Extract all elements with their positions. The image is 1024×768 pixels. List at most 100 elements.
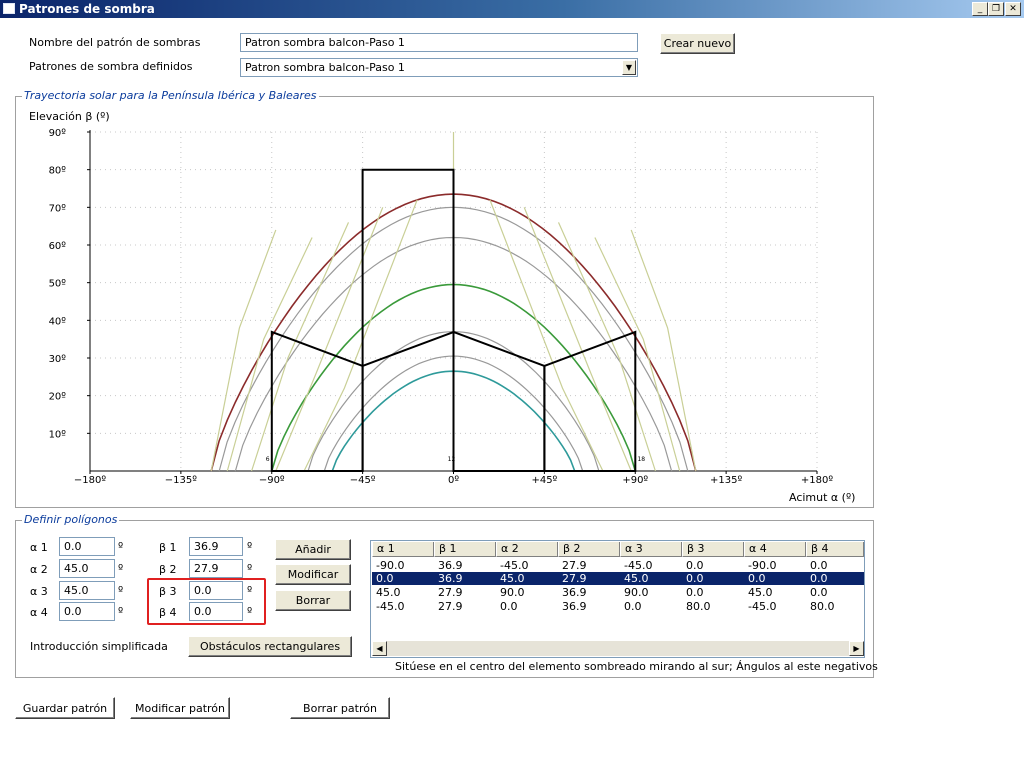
alpha1-label: α 1 <box>30 541 48 554</box>
x-tick-label: 0º <box>448 475 459 486</box>
column-header[interactable]: α 4 <box>744 542 806 557</box>
define-polygons-group-title: Definir polígonos <box>22 513 120 526</box>
simplified-input-label: Introducción simplificada <box>30 640 168 653</box>
table-cell: 90.0 <box>624 586 649 599</box>
table-cell: 0.0 <box>686 586 704 599</box>
alpha2-unit: º <box>118 562 124 575</box>
table-cell: 27.9 <box>438 586 463 599</box>
scroll-left-icon[interactable]: ◀ <box>372 641 387 656</box>
table-cell: 36.9 <box>438 572 463 585</box>
x-tick-label: +90º <box>622 475 648 486</box>
hour-line <box>594 237 681 472</box>
hour-label: 18 <box>637 456 645 463</box>
horizontal-scrollbar[interactable]: ◀ ▶ <box>372 641 864 656</box>
y-tick-label: 30º <box>49 354 67 365</box>
x-tick-label: +135º <box>710 475 742 486</box>
table-row[interactable]: 45.0 27.9 90.0 36.9 90.0 0.0 45.0 0.0 <box>372 586 864 599</box>
table-cell: 80.0 <box>686 600 711 613</box>
hour-label: 12 <box>448 456 456 463</box>
x-tick-label: −180º <box>74 475 106 486</box>
table-row[interactable]: -90.0 36.9 -45.0 27.9 -45.0 0.0 -90.0 0.… <box>372 559 864 572</box>
beta2-input[interactable] <box>189 559 243 578</box>
table-cell: 36.9 <box>438 559 463 572</box>
alpha3-input[interactable] <box>59 581 115 600</box>
x-tick-label: +45º <box>531 475 557 486</box>
column-header[interactable]: β 1 <box>434 542 496 557</box>
x-tick-label: −135º <box>165 475 197 486</box>
table-cell: -45.0 <box>500 559 529 572</box>
table-row-selected[interactable]: 0.0 36.9 45.0 27.9 45.0 0.0 0.0 0.0 <box>372 572 864 585</box>
table-cell: 0.0 <box>686 559 704 572</box>
save-pattern-button[interactable]: Guardar patrón <box>15 697 115 719</box>
y-tick-label: 50º <box>49 279 67 290</box>
y-tick-label: 90º <box>49 128 67 139</box>
table-cell: 45.0 <box>748 586 773 599</box>
highlight-box <box>147 578 266 625</box>
alpha1-unit: º <box>118 540 124 553</box>
beta1-unit: º <box>247 540 253 553</box>
scroll-right-icon[interactable]: ▶ <box>849 641 864 656</box>
column-header[interactable]: α 2 <box>496 542 558 557</box>
y-tick-label: 70º <box>49 203 67 214</box>
column-header[interactable]: β 4 <box>806 542 864 557</box>
table-row[interactable]: -45.0 27.9 0.0 36.9 0.0 80.0 -45.0 80.0 <box>372 600 864 613</box>
table-cell: 0.0 <box>748 572 766 585</box>
table-cell: 90.0 <box>500 586 525 599</box>
table-cell: 0.0 <box>376 572 394 585</box>
beta1-input[interactable] <box>189 537 243 556</box>
table-cell: 45.0 <box>500 572 525 585</box>
alpha1-input[interactable] <box>59 537 115 556</box>
x-tick-label: −90º <box>259 475 285 486</box>
hour-label: 6 <box>266 456 270 463</box>
y-tick-label: 80º <box>49 166 67 177</box>
orientation-note: Sitúese en el centro del elemento sombre… <box>395 660 878 673</box>
delete-button[interactable]: Borrar <box>275 590 351 611</box>
table-cell: -45.0 <box>624 559 653 572</box>
table-cell: 0.0 <box>686 572 704 585</box>
column-header[interactable]: β 3 <box>682 542 744 557</box>
alpha4-label: α 4 <box>30 606 48 619</box>
y-tick-label: 20º <box>49 392 67 403</box>
column-header[interactable]: α 3 <box>620 542 682 557</box>
alpha4-unit: º <box>118 605 124 618</box>
y-tick-label: 10º <box>49 429 67 440</box>
table-cell: 0.0 <box>810 586 828 599</box>
table-cell: 0.0 <box>624 600 642 613</box>
shadow-polygon <box>452 330 546 472</box>
modify-button[interactable]: Modificar <box>275 564 351 585</box>
beta2-label: β 2 <box>159 563 177 576</box>
polygons-table[interactable]: α 1 β 1 α 2 β 2 α 3 β 3 α 4 β 4 -90.0 36… <box>370 540 865 658</box>
alpha4-input[interactable] <box>59 602 115 621</box>
table-cell: -90.0 <box>376 559 405 572</box>
table-cell: 0.0 <box>810 572 828 585</box>
table-cell: 0.0 <box>810 559 828 572</box>
y-tick-label: 60º <box>49 241 67 252</box>
table-cell: 36.9 <box>562 586 587 599</box>
table-cell: 27.9 <box>438 600 463 613</box>
shadow-polygon <box>543 330 637 472</box>
shadow-polygon <box>270 330 364 472</box>
beta1-label: β 1 <box>159 541 177 554</box>
hour-line <box>303 199 418 472</box>
rectangular-obstacles-button[interactable]: Obstáculos rectangulares <box>188 636 352 657</box>
delete-pattern-button[interactable]: Borrar patrón <box>290 697 390 719</box>
table-cell: 0.0 <box>500 600 518 613</box>
beta2-unit: º <box>247 562 253 575</box>
x-tick-label: +180º <box>801 475 833 486</box>
table-cell: -45.0 <box>376 600 405 613</box>
modify-pattern-button[interactable]: Modificar patrón <box>130 697 230 719</box>
table-header: α 1 β 1 α 2 β 2 α 3 β 3 α 4 β 4 <box>372 542 864 557</box>
table-cell: 45.0 <box>376 586 401 599</box>
column-header[interactable]: α 1 <box>372 542 434 557</box>
add-button[interactable]: Añadir <box>275 539 351 560</box>
alpha2-input[interactable] <box>59 559 115 578</box>
hour-line <box>226 237 313 472</box>
alpha3-label: α 3 <box>30 585 48 598</box>
hour-line <box>489 199 604 472</box>
y-tick-label: 40º <box>49 316 67 327</box>
column-header[interactable]: β 2 <box>558 542 620 557</box>
table-cell: 45.0 <box>624 572 649 585</box>
alpha2-label: α 2 <box>30 563 48 576</box>
table-cell: -45.0 <box>748 600 777 613</box>
shadow-polygon <box>361 168 455 471</box>
